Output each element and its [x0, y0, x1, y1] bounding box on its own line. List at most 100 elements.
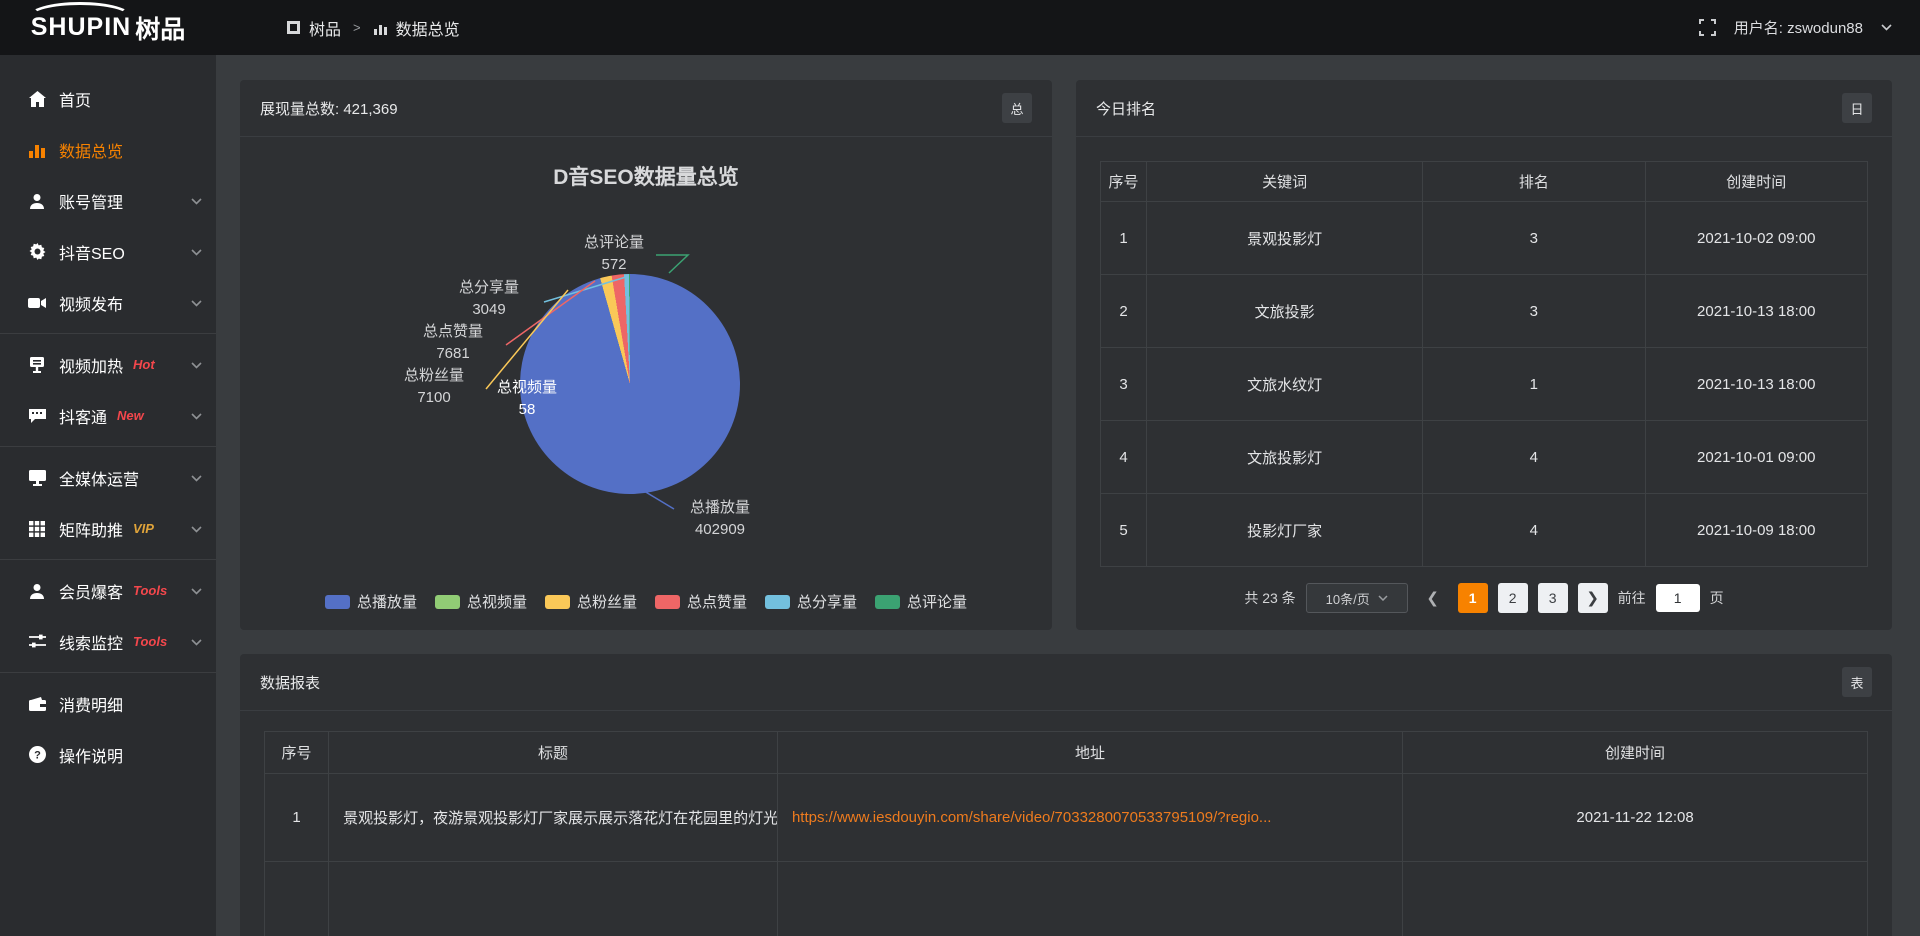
sidebar-item-matrix-boost[interactable]: 矩阵助推 VIP — [0, 503, 216, 554]
chevron-down-icon — [191, 582, 202, 600]
chevron-down-icon — [191, 633, 202, 651]
legend-item-shares[interactable]: 总分享量 — [765, 591, 857, 612]
top-bar: SHUPIN 树品 树品 > 数据总览 用户名: zswodun88 — [0, 0, 1920, 55]
breadcrumb-root[interactable]: 树品 — [309, 16, 341, 40]
page-button-2[interactable]: 2 — [1498, 583, 1528, 613]
col-header-created: 创建时间 — [1645, 162, 1867, 202]
legend-swatch — [655, 595, 680, 609]
chat-icon — [28, 408, 46, 423]
legend-item-likes[interactable]: 总点赞量 — [655, 591, 747, 612]
bar-chart-icon — [28, 142, 46, 158]
pie-chart-area: D音SEO数据量总览 总评论量572 总分享量3049 总点赞量7681 — [240, 137, 1052, 630]
sliders-icon — [28, 634, 46, 649]
sidebar-item-doukeutong[interactable]: 抖客通 New — [0, 390, 216, 441]
pagination-total: 共 23 条 — [1244, 588, 1295, 608]
goto-page-input[interactable] — [1656, 584, 1700, 612]
pagination: 共 23 条 10条/页 ❮ 1 2 3 ❯ 前往 页 — [1076, 583, 1892, 613]
legend-item-fans[interactable]: 总粉丝量 — [545, 591, 637, 612]
sidebar-item-video-heat[interactable]: 视频加热 Hot — [0, 339, 216, 390]
home-icon — [28, 91, 46, 107]
legend-swatch — [545, 595, 570, 609]
logo-text-cn: 树品 — [135, 10, 185, 46]
report-row-title: 景观投影灯，夜游景观投影灯厂家展示展示落花灯在花园里的灯光投影应用效果 # — [329, 774, 778, 862]
chevron-down-icon — [191, 520, 202, 538]
next-page-button[interactable]: ❯ — [1578, 583, 1608, 613]
report-title: 数据报表 — [260, 672, 320, 693]
total-badge-button[interactable]: 总 — [1002, 93, 1032, 123]
col-header-index: 序号 — [265, 732, 329, 774]
legend-item-plays[interactable]: 总播放量 — [325, 591, 417, 612]
goto-label: 前往 — [1618, 588, 1646, 608]
legend-swatch — [765, 595, 790, 609]
chevron-down-icon[interactable] — [1881, 24, 1892, 31]
camera-icon — [28, 296, 46, 310]
member-icon — [28, 583, 46, 599]
table-badge-button[interactable]: 表 — [1842, 667, 1872, 697]
table-row: 3文旅水纹灯12021-10-13 18:00 — [1101, 348, 1868, 421]
legend-swatch — [325, 595, 350, 609]
grid-icon — [28, 521, 46, 537]
goto-unit: 页 — [1710, 588, 1724, 608]
today-ranking-panel: 今日排名 日 序号 关键词 排名 创建时间 1景观投影灯32021-10-02 … — [1076, 80, 1892, 630]
day-badge-button[interactable]: 日 — [1842, 93, 1872, 123]
report-row-link[interactable]: https://www.iesdouyin.com/share/video/70… — [792, 809, 1272, 826]
legend-swatch — [435, 595, 460, 609]
chevron-down-icon — [191, 192, 202, 210]
table-row: 1 景观投影灯，夜游景观投影灯厂家展示展示落花灯在花园里的灯光投影应用效果 # … — [265, 774, 1868, 862]
data-report-panel: 数据报表 表 序号 标题 地址 创建时间 1 景观投影灯，夜游景观投影灯厂家展示… — [240, 654, 1892, 936]
chevron-down-icon — [191, 407, 202, 425]
hot-badge: Hot — [133, 357, 155, 372]
chart-title: D音SEO数据量总览 — [240, 161, 1052, 191]
app-logo: SHUPIN 树品 — [0, 0, 216, 55]
sidebar-divider — [0, 333, 216, 334]
breadcrumb-separator: > — [353, 20, 361, 35]
legend-item-videos[interactable]: 总视频量 — [435, 591, 527, 612]
sidebar-item-media-ops[interactable]: 全媒体运营 — [0, 452, 216, 503]
sidebar-divider — [0, 446, 216, 447]
gear-icon — [28, 243, 46, 260]
logo-arc — [28, 2, 132, 32]
sidebar-item-video-publish[interactable]: 视频发布 — [0, 277, 216, 328]
tools-badge: Tools — [133, 583, 167, 598]
sidebar-item-consume-detail[interactable]: 消费明细 — [0, 678, 216, 729]
chevron-down-icon — [191, 469, 202, 487]
sidebar-item-douyin-seo[interactable]: 抖音SEO — [0, 226, 216, 277]
table-row: 1景观投影灯32021-10-02 09:00 — [1101, 202, 1868, 275]
chart-legend: 总播放量 总视频量 总粉丝量 总点赞量 总分享量 总评论量 — [240, 591, 1052, 612]
sidebar-item-clue-monitor[interactable]: 线索监控 Tools — [0, 616, 216, 667]
page-size-select[interactable]: 10条/页 — [1306, 583, 1408, 613]
col-header-title: 标题 — [329, 732, 778, 774]
col-header-keyword: 关键词 — [1147, 162, 1423, 202]
sidebar-divider — [0, 672, 216, 673]
sidebar-item-member-tools[interactable]: 会员爆客 Tools — [0, 565, 216, 616]
page-button-1[interactable]: 1 — [1458, 583, 1488, 613]
impressions-panel: 展现量总数: 421,369 总 D音SEO数据量总览 总评论量572 总分 — [240, 80, 1052, 630]
sidebar-item-help[interactable]: ? 操作说明 — [0, 729, 216, 780]
username-label[interactable]: 用户名: zswodun88 — [1734, 17, 1863, 38]
sidebar-item-home[interactable]: 首页 — [0, 73, 216, 124]
legend-item-comments[interactable]: 总评论量 — [875, 591, 967, 612]
sidebar-item-data-overview[interactable]: 数据总览 — [0, 124, 216, 175]
table-row: 2文旅投影32021-10-13 18:00 — [1101, 275, 1868, 348]
chevron-down-icon — [191, 243, 202, 261]
breadcrumb: 树品 > 数据总览 — [286, 16, 460, 40]
svg-text:?: ? — [34, 750, 41, 762]
table-row: 5投影灯厂家42021-10-09 18:00 — [1101, 494, 1868, 567]
chevron-down-icon — [191, 294, 202, 312]
page-button-3[interactable]: 3 — [1538, 583, 1568, 613]
table-row: 4文旅投影灯42021-10-01 09:00 — [1101, 421, 1868, 494]
ranking-table: 序号 关键词 排名 创建时间 1景观投影灯32021-10-02 09:00 2… — [1100, 161, 1868, 567]
ranking-title: 今日排名 — [1096, 98, 1156, 119]
prev-page-button[interactable]: ❮ — [1418, 583, 1448, 613]
tools-badge: Tools — [133, 634, 167, 649]
sidebar-item-account[interactable]: 账号管理 — [0, 175, 216, 226]
chevron-down-icon — [1378, 595, 1388, 601]
pie-label-plays: 总播放量402909 — [668, 497, 772, 541]
breadcrumb-current: 数据总览 — [396, 16, 460, 40]
legend-swatch — [875, 595, 900, 609]
question-icon: ? — [28, 746, 46, 763]
fullscreen-icon[interactable] — [1699, 19, 1716, 36]
monitor-icon — [28, 470, 46, 486]
bar-chart-icon — [373, 21, 388, 35]
pie-label-fans: 总粉丝量7100 — [382, 365, 486, 409]
